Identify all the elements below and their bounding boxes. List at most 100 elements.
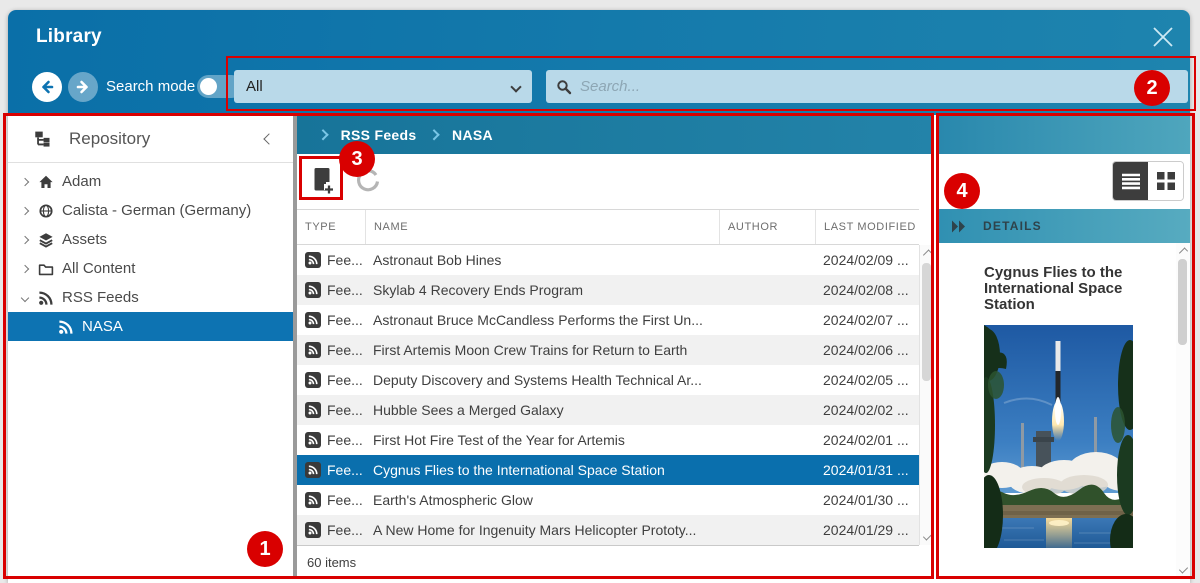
cell-type: Fee... (327, 312, 363, 328)
table-row[interactable]: Fee... Astronaut Bruce McCandless Perfor… (297, 305, 919, 335)
cell-type: Fee... (327, 252, 363, 268)
feed-list-panel: RSS Feeds NASA (297, 115, 933, 578)
table-row[interactable]: Fee... A New Home for Ingenuity Mars Hel… (297, 515, 919, 545)
item-count: 60 items (297, 545, 919, 578)
view-toggle-group (1112, 161, 1184, 201)
sidebar-title: Repository (69, 129, 150, 149)
table-row[interactable]: Fee... Hubble Sees a Merged Galaxy 2024/… (297, 395, 919, 425)
tree-item-label: Adam (62, 173, 101, 190)
tree-item-rss-feeds[interactable]: RSS Feeds (8, 283, 293, 312)
column-header-author[interactable]: AUTHOR (719, 210, 815, 244)
tree-item-assets[interactable]: Assets (8, 225, 293, 254)
feed-table-body: Fee... Astronaut Bob Hines 2024/02/09 ..… (297, 245, 919, 545)
folder-icon (38, 261, 54, 277)
cell-type: Fee... (327, 462, 363, 478)
cell-name: Cygnus Flies to the International Space … (365, 462, 719, 478)
back-button[interactable] (32, 72, 62, 102)
cell-last-modified: 2024/02/08 ... (815, 282, 919, 298)
cell-last-modified: 2024/01/30 ... (815, 492, 919, 508)
repository-tree: Adam Calista - German (Germany) Assets (8, 163, 293, 341)
library-dialog: Library Search mode All (8, 10, 1190, 583)
list-scrollbar[interactable] (919, 245, 933, 545)
cell-name: Deputy Discovery and Systems Health Tech… (365, 372, 719, 388)
cell-name: Skylab 4 Recovery Ends Program (365, 282, 719, 298)
repository-tree-icon (34, 130, 51, 147)
grid-view-button[interactable] (1148, 162, 1183, 200)
table-row[interactable]: Fee... Astronaut Bob Hines 2024/02/09 ..… (297, 245, 919, 275)
list-toolbar (297, 154, 933, 209)
cell-last-modified: 2024/02/01 ... (815, 432, 919, 448)
category-filter-value: All (246, 78, 263, 95)
cell-type: Fee... (327, 342, 363, 358)
dialog-header: Library Search mode All (8, 10, 1190, 115)
cell-last-modified: 2024/02/02 ... (815, 402, 919, 418)
scroll-down-icon[interactable] (923, 532, 931, 540)
expand-chevron-icon[interactable] (18, 237, 32, 243)
cell-type: Fee... (327, 282, 363, 298)
expand-chevron-icon[interactable] (18, 266, 32, 272)
sidebar-header: Repository (8, 115, 293, 163)
article-title: Cygnus Flies to the International Space … (984, 265, 1146, 313)
table-row[interactable]: Fee... Deputy Discovery and Systems Heal… (297, 365, 919, 395)
column-header-last-modified[interactable]: LAST MODIFIED (815, 210, 919, 244)
cell-type: Fee... (327, 372, 363, 388)
details-top-bar (939, 115, 1190, 154)
scrollbar-thumb[interactable] (1178, 259, 1187, 345)
close-button[interactable] (1144, 18, 1182, 56)
search-mode-label: Search mode (106, 78, 195, 95)
column-header-name[interactable]: NAME (365, 210, 719, 244)
search-field[interactable] (546, 70, 1188, 103)
list-view-button[interactable] (1113, 162, 1148, 200)
rss-feed-icon (305, 462, 321, 478)
rss-feed-icon (305, 372, 321, 388)
cell-last-modified: 2024/01/29 ... (815, 522, 919, 538)
scroll-down-icon[interactable] (1179, 565, 1187, 573)
category-filter-dropdown[interactable]: All (234, 70, 532, 103)
breadcrumb-chevron-icon (317, 129, 328, 140)
tree-item-label: Assets (62, 231, 107, 248)
cell-type: Fee... (327, 402, 363, 418)
sidebar-collapse-button[interactable] (261, 126, 277, 152)
table-row[interactable]: Fee... Skylab 4 Recovery Ends Program 20… (297, 275, 919, 305)
close-icon (1150, 24, 1176, 50)
tree-item-nasa[interactable]: NASA (8, 312, 293, 341)
breadcrumb-item-rss-feeds[interactable]: RSS Feeds (341, 127, 417, 143)
tree-item-adam[interactable]: Adam (8, 167, 293, 196)
cell-last-modified: 2024/02/05 ... (815, 372, 919, 388)
details-scrollbar[interactable] (1176, 243, 1190, 578)
add-document-button[interactable] (305, 162, 341, 200)
tree-item-calista[interactable]: Calista - German (Germany) (8, 196, 293, 225)
refresh-button[interactable] (355, 168, 381, 194)
collapse-chevron-icon[interactable] (18, 295, 32, 301)
scroll-up-icon[interactable] (1179, 248, 1187, 256)
cell-last-modified: 2024/02/07 ... (815, 312, 919, 328)
search-input[interactable] (580, 78, 1178, 95)
cell-type: Fee... (327, 492, 363, 508)
toggle-knob (200, 78, 217, 95)
breadcrumb-item-nasa[interactable]: NASA (452, 127, 493, 143)
cell-last-modified: 2024/01/31 ... (815, 462, 919, 478)
column-header-type[interactable]: TYPE (297, 210, 365, 244)
table-row[interactable]: Fee... Cygnus Flies to the International… (297, 455, 919, 485)
rss-feed-icon (305, 522, 321, 538)
forward-button[interactable] (68, 72, 98, 102)
scrollbar-thumb[interactable] (922, 263, 931, 381)
details-header-bar[interactable]: DETAILS (939, 209, 1190, 243)
cell-name: First Hot Fire Test of the Year for Arte… (365, 432, 719, 448)
tree-item-all-content[interactable]: All Content (8, 254, 293, 283)
table-row[interactable]: Fee... First Artemis Moon Crew Trains fo… (297, 335, 919, 365)
scroll-up-icon[interactable] (923, 250, 931, 258)
cell-name: Hubble Sees a Merged Galaxy (365, 402, 719, 418)
details-tab-label: DETAILS (983, 219, 1042, 233)
table-row[interactable]: Fee... First Hot Fire Test of the Year f… (297, 425, 919, 455)
rss-feed-icon (305, 492, 321, 508)
globe-icon (38, 203, 54, 219)
expand-chevron-icon[interactable] (18, 179, 32, 185)
cell-name: A New Home for Ingenuity Mars Helicopter… (365, 522, 719, 538)
layers-icon (38, 232, 54, 248)
cell-name: Astronaut Bruce McCandless Performs the … (365, 312, 719, 328)
expand-chevron-icon[interactable] (18, 208, 32, 214)
table-header: TYPE NAME AUTHOR LAST MODIFIED (297, 209, 919, 245)
cell-last-modified: 2024/02/09 ... (815, 252, 919, 268)
table-row[interactable]: Fee... Earth's Atmospheric Glow 2024/01/… (297, 485, 919, 515)
